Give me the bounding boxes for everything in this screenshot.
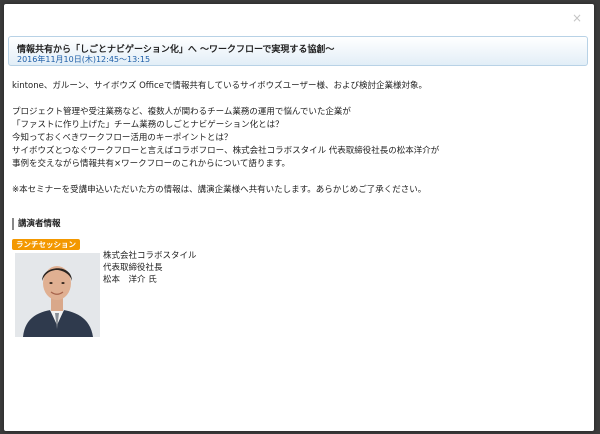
- description-line: プロジェクト管理や受注業務など、複数人が関わるチーム業務の運用で悩んでいた企業が: [12, 107, 351, 117]
- event-date: 2016年11月10日(木)12:45〜13:15: [17, 55, 151, 64]
- speaker-role: 代表取締役社長: [103, 263, 163, 273]
- speaker-name: 松本 洋介 氏: [103, 275, 157, 285]
- privacy-notice: ※本セミナーを受講申込いただいた方の情報は、講演企業様へ共有いたします。あらかじ…: [12, 185, 427, 195]
- event-description: kintone、ガルーン、サイボウズ Officeで情報共有しているサイボウズユ…: [12, 80, 587, 197]
- speaker-info: 株式会社コラボスタイル 代表取締役社長 松本 洋介 氏: [103, 250, 197, 286]
- description-line: 「ファストに作り上げた」チーム業務のしごとナビゲーション化とは？: [12, 120, 284, 130]
- event-header: 情報共有から「しごとナビゲーション化」へ 〜ワークフローで実現する協創〜 201…: [8, 36, 588, 66]
- close-icon[interactable]: ×: [571, 12, 583, 24]
- description-line: サイボウズとつなぐワークフローと言えばコラボフロー、株式会社コラボスタイル 代表…: [12, 146, 440, 156]
- session-badge: ランチセッション: [12, 239, 80, 250]
- target-audience: kintone、ガルーン、サイボウズ Officeで情報共有しているサイボウズユ…: [12, 81, 427, 91]
- speaker-heading: 講演者情報: [12, 218, 61, 230]
- description-line: 今知っておくべきワークフロー活用のキーポイントとは？: [12, 133, 233, 143]
- speaker-portrait-icon: [15, 253, 100, 337]
- speaker-photo: [15, 253, 100, 337]
- speaker-company: 株式会社コラボスタイル: [103, 251, 197, 261]
- seminar-detail-modal: × 情報共有から「しごとナビゲーション化」へ 〜ワークフローで実現する協創〜 2…: [4, 4, 594, 431]
- description-line: 事例を交えながら情報共有×ワークフローのこれからについて語ります。: [12, 159, 291, 169]
